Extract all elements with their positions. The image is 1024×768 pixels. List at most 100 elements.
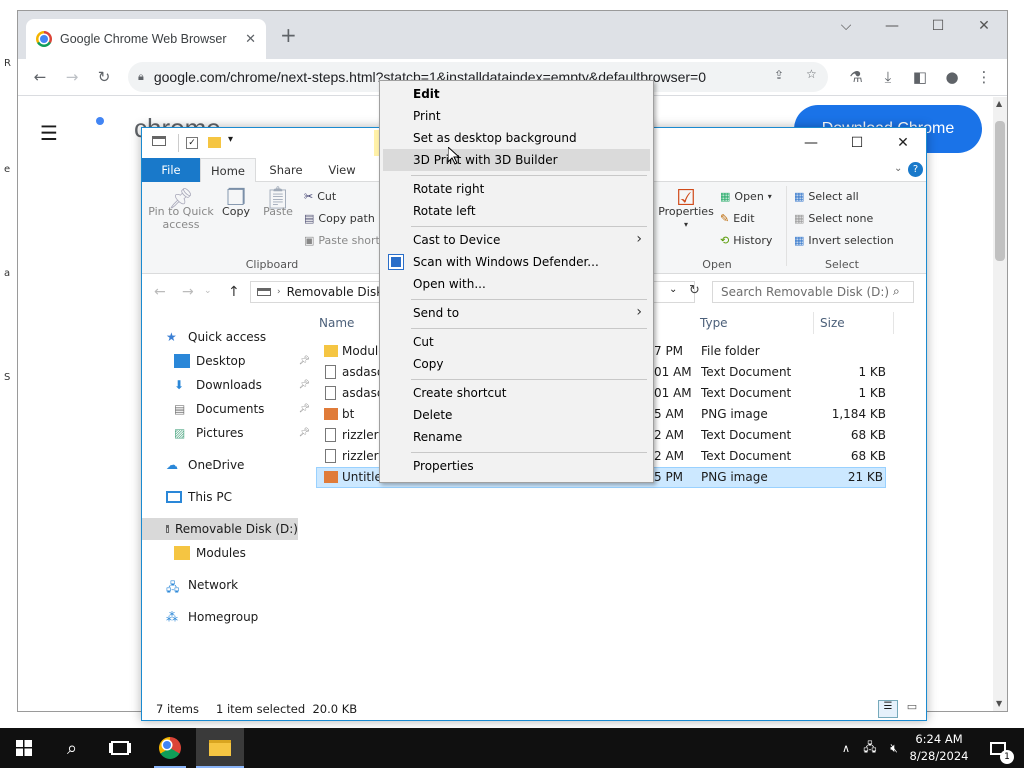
qat-dropdown-icon[interactable]: ▾ — [228, 134, 233, 145]
tab-search-icon[interactable]: ⌵ — [823, 11, 869, 41]
menu-item-print[interactable]: Print — [383, 105, 650, 127]
browser-tab[interactable]: Google Chrome Web Browser ✕ — [26, 19, 266, 59]
minimize-icon[interactable]: — — [869, 11, 915, 41]
column-header-name[interactable]: Name — [319, 316, 354, 330]
column-divider[interactable] — [813, 312, 814, 334]
desktop-icon[interactable]: e — [4, 164, 18, 178]
menu-item-rotate-right[interactable]: Rotate right — [383, 178, 650, 200]
properties-qat-icon[interactable]: ✓ — [186, 137, 198, 149]
explorer-close-icon[interactable]: ✕ — [880, 128, 926, 158]
pin-quick-access-button[interactable]: 📌︎ Pin to Quick access — [148, 188, 214, 231]
invert-selection-button[interactable]: ▦ Invert selection — [794, 234, 894, 247]
cut-button[interactable]: ✂ Cut — [304, 190, 336, 203]
taskbar-chrome-button[interactable] — [146, 728, 194, 768]
recent-locations-icon[interactable]: ⌄ — [204, 286, 212, 296]
share-icon[interactable]: ⇪ — [774, 68, 784, 82]
details-view-icon[interactable]: ☰ — [878, 700, 898, 718]
address-dropdown-icon[interactable]: ⌄ — [669, 284, 677, 295]
menu-item-rotate-left[interactable]: Rotate left — [383, 200, 650, 222]
menu-item-copy[interactable]: Copy — [383, 353, 650, 375]
nav-homegroup[interactable]: ⁂ Homegroup — [166, 606, 258, 628]
task-view-icon[interactable] — [96, 728, 144, 768]
edit-button[interactable]: ✎ Edit — [720, 212, 755, 225]
back-icon[interactable]: ← — [28, 65, 52, 89]
select-none-button[interactable]: ▦ Select none — [794, 212, 873, 225]
scroll-up-icon[interactable]: ▲ — [996, 99, 1002, 108]
desktop-icon[interactable]: R — [4, 58, 18, 72]
new-tab-icon[interactable]: + — [280, 23, 297, 47]
close-tab-icon[interactable]: ✕ — [245, 32, 256, 47]
clock[interactable]: 6:24 AM 8/28/2024 — [906, 731, 972, 765]
action-center-button[interactable]: 1 — [980, 728, 1016, 768]
ribbon-collapse-icon[interactable]: ⌄ — [894, 163, 902, 174]
menu-item-delete[interactable]: Delete — [383, 404, 650, 426]
show-hidden-icons-icon[interactable]: ∧ — [836, 728, 856, 768]
menu-item-cut[interactable]: Cut — [383, 331, 650, 353]
menu-item-properties[interactable]: Properties — [383, 455, 650, 477]
nav-documents[interactable]: ▤ Documents 📌︎ — [174, 398, 310, 420]
menu-item-open-with[interactable]: Open with... — [383, 273, 650, 295]
side-panel-icon[interactable]: ◧ — [908, 65, 932, 89]
nav-network[interactable]: 🖧︎ Network — [166, 574, 238, 596]
download-icon[interactable]: ⤓ — [876, 65, 900, 89]
menu-item-scan-defender[interactable]: Scan with Windows Defender... — [383, 251, 650, 273]
nav-removable-disk[interactable]: Removable Disk (D:) — [142, 518, 298, 540]
extension-icon[interactable]: ⚗ — [844, 65, 868, 89]
menu-item-rename[interactable]: Rename — [383, 426, 650, 448]
page-scrollbar[interactable]: ▲ ▼ — [993, 97, 1007, 711]
nav-downloads[interactable]: ⬇ Downloads 📌︎ — [174, 374, 310, 396]
desktop-icon[interactable]: S — [4, 372, 18, 386]
select-all-button[interactable]: ▦ Select all — [794, 190, 859, 203]
history-button[interactable]: ⟲ History — [720, 234, 772, 247]
nav-pictures[interactable]: ▨ Pictures 📌︎ — [174, 422, 310, 444]
new-folder-qat-icon[interactable] — [208, 137, 221, 148]
volume-muted-icon[interactable]: 🔇︎ — [884, 728, 904, 768]
nav-desktop[interactable]: Desktop 📌︎ — [174, 350, 310, 372]
reload-icon[interactable]: ↻ — [92, 65, 116, 89]
copy-button[interactable]: ❐ Copy — [218, 188, 254, 219]
open-button[interactable]: ▦ Open ▾ — [720, 190, 772, 203]
menu-item-send-to[interactable]: Send to › — [383, 302, 650, 324]
menu-item-set-desktop-background[interactable]: Set as desktop background — [383, 127, 650, 149]
column-header-type[interactable]: Type — [700, 316, 728, 330]
refresh-icon[interactable]: ↻ — [689, 283, 700, 298]
nav-onedrive[interactable]: ☁ OneDrive — [166, 454, 244, 476]
forward-icon[interactable]: → — [60, 65, 84, 89]
up-icon[interactable]: ↑ — [228, 284, 240, 300]
maximize-icon[interactable]: ☐ — [915, 11, 961, 41]
search-icon[interactable]: ⌕ — [893, 284, 900, 299]
hamburger-menu-icon[interactable]: ☰ — [40, 121, 58, 145]
scrollbar-thumb[interactable] — [995, 121, 1005, 261]
help-icon[interactable]: ? — [908, 162, 923, 177]
menu-item-3d-print[interactable]: 3D Print with 3D Builder — [383, 149, 650, 171]
tab-view[interactable]: View — [314, 158, 370, 182]
profile-icon[interactable]: ● — [940, 65, 964, 89]
close-icon[interactable]: ✕ — [961, 11, 1007, 41]
nav-modules[interactable]: Modules — [174, 542, 246, 564]
menu-item-cast-to-device[interactable]: Cast to Device › — [383, 229, 650, 251]
paste-shortcut-button[interactable]: ▣ Paste short — [304, 234, 380, 247]
menu-item-edit[interactable]: Edit — [383, 83, 650, 105]
back-icon[interactable]: ← — [154, 284, 166, 300]
taskbar-explorer-button[interactable] — [196, 728, 244, 768]
column-header-size[interactable]: Size — [820, 316, 845, 330]
search-taskbar-icon[interactable]: ⌕ — [48, 728, 96, 768]
nav-this-pc[interactable]: This PC — [166, 486, 232, 508]
network-tray-icon[interactable]: 🖧︎ — [860, 728, 880, 768]
tab-share[interactable]: Share — [258, 158, 314, 182]
desktop-icon[interactable]: a — [4, 268, 18, 282]
lock-icon[interactable]: 🔒︎ — [138, 70, 144, 84]
explorer-maximize-icon[interactable]: ☐ — [834, 128, 880, 158]
forward-icon[interactable]: → — [182, 284, 194, 300]
large-icons-view-icon[interactable]: ▭ — [902, 700, 922, 718]
paste-button[interactable]: 📋︎ Paste — [260, 188, 296, 219]
menu-kebab-icon[interactable]: ⋮ — [972, 65, 996, 89]
start-button[interactable] — [0, 728, 48, 768]
properties-button[interactable]: ☑ Properties ▾ — [656, 188, 716, 231]
copy-path-button[interactable]: ▤ Copy path — [304, 212, 375, 225]
tab-home[interactable]: Home — [200, 158, 256, 183]
explorer-minimize-icon[interactable]: — — [788, 128, 834, 158]
tab-file[interactable]: File — [142, 158, 200, 182]
scroll-down-icon[interactable]: ▼ — [996, 699, 1002, 708]
address-text[interactable]: Removable Disk ( — [287, 285, 392, 299]
